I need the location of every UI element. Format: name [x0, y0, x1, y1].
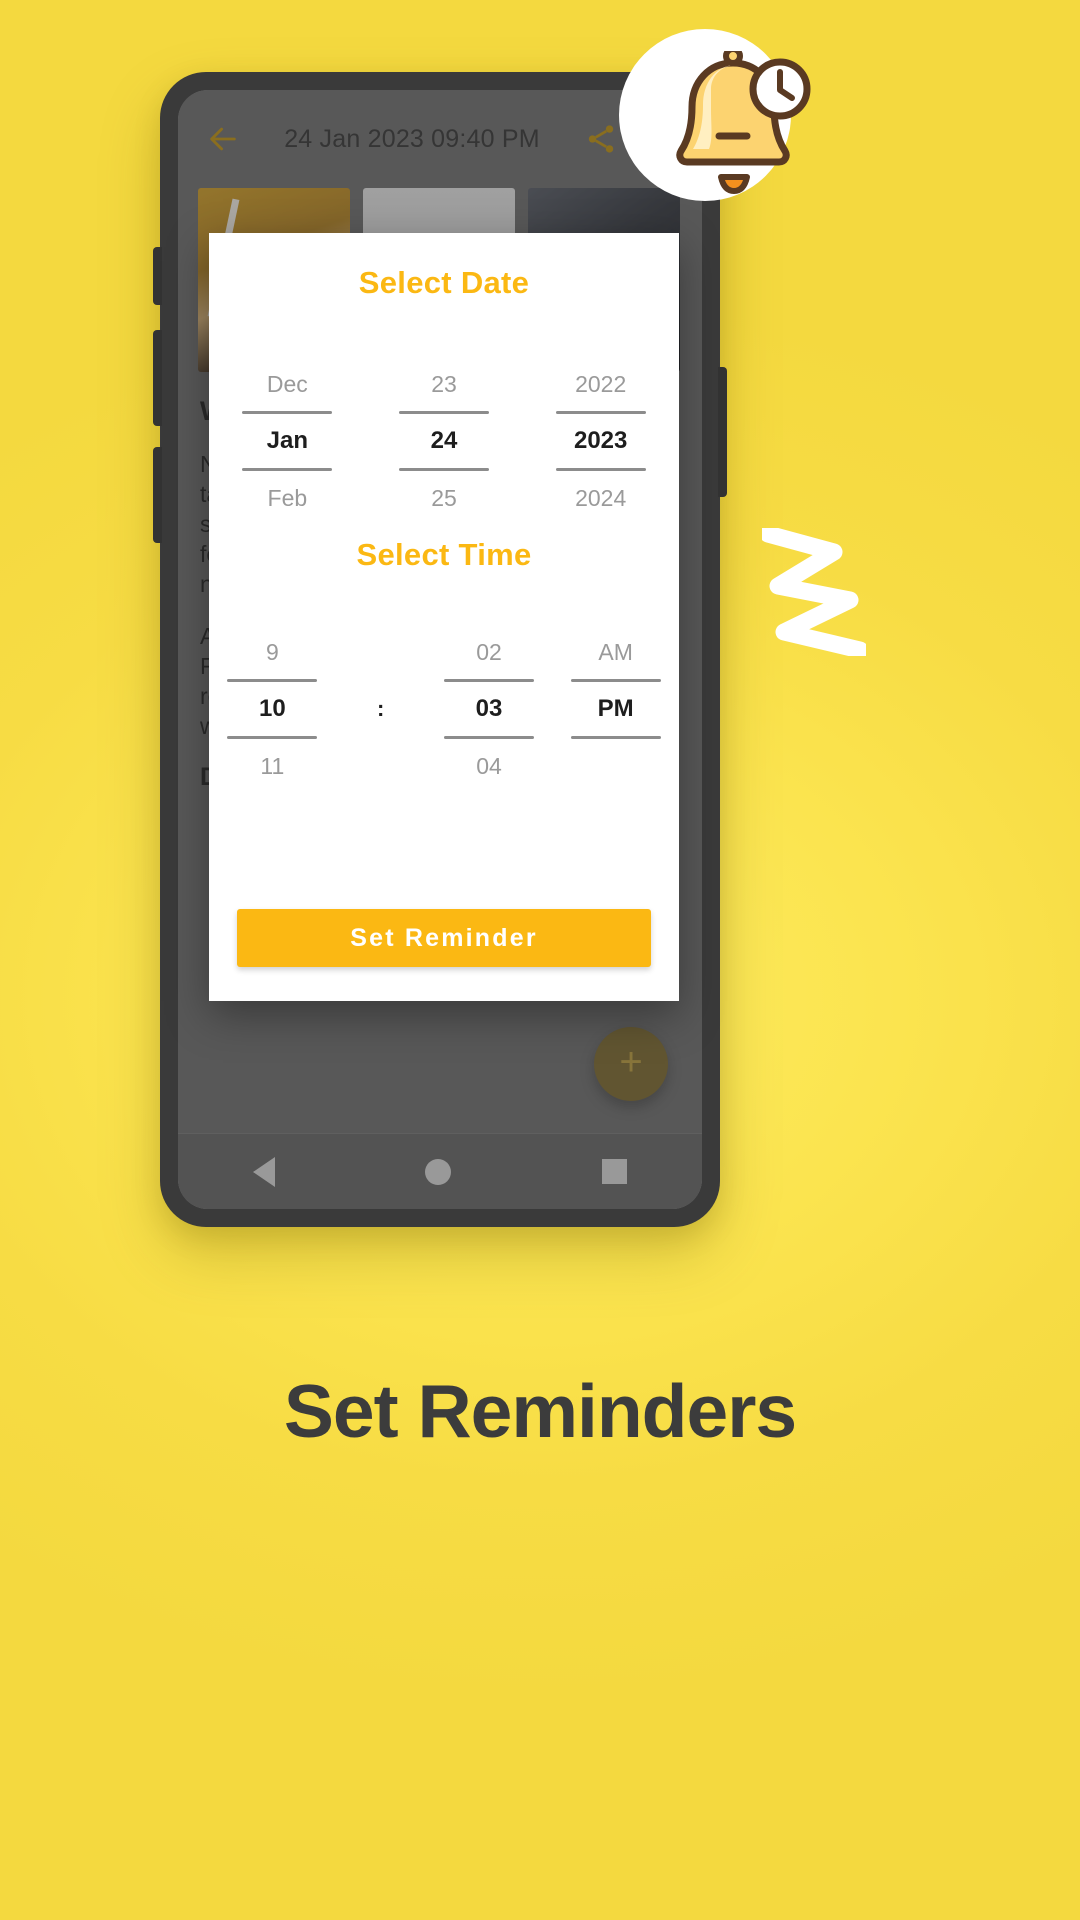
bell-badge	[619, 29, 811, 201]
meridiem-prev-value[interactable]: AM	[598, 625, 633, 679]
minute-column[interactable]: 02 03 04	[426, 625, 553, 793]
minute-selected-value[interactable]: 03	[476, 682, 503, 736]
reminder-dialog: Select Date Dec Jan Feb 23 24 25 2022 20…	[209, 233, 679, 1001]
set-reminder-button[interactable]: Set Reminder	[237, 909, 651, 967]
meridiem-selected-value[interactable]: PM	[598, 682, 634, 736]
hour-selected-value[interactable]: 10	[259, 682, 286, 736]
month-prev-value[interactable]: Dec	[267, 357, 308, 411]
hour-prev-value[interactable]: 9	[266, 625, 279, 679]
hour-column[interactable]: 9 10 11	[209, 625, 336, 793]
dialog-actions: Set Reminder	[209, 909, 679, 1001]
zigzag-shape	[762, 528, 866, 656]
phone-side-button-mute	[153, 247, 162, 305]
divider	[570, 736, 661, 739]
minute-prev-value[interactable]: 02	[476, 625, 502, 679]
year-selected-value[interactable]: 2023	[574, 414, 627, 468]
page-headline: Set Reminders	[283, 1369, 797, 1453]
phone-side-button-volume-up	[153, 330, 162, 426]
year-column[interactable]: 2022 2023 2024	[522, 357, 679, 525]
minute-next-value[interactable]: 04	[476, 739, 502, 793]
select-time-title: Select Time	[356, 537, 532, 572]
promo-screenshot: 24 Jan 2023 09:40 PM CKLIST s n A + Sele…	[0, 0, 1080, 1920]
day-prev-value[interactable]: 23	[431, 357, 457, 411]
time-picker[interactable]: 9 10 11 : 02 03 04 AM PM	[209, 625, 679, 793]
phone-side-button-power	[718, 367, 727, 497]
time-separator-column: :	[336, 625, 426, 793]
year-next-value[interactable]: 2024	[575, 471, 626, 525]
day-column[interactable]: 23 24 25	[366, 357, 523, 525]
bell-clock-icon	[676, 51, 811, 194]
select-date-title: Select Date	[358, 265, 530, 300]
month-column[interactable]: Dec Jan Feb	[209, 357, 366, 525]
day-selected-value[interactable]: 24	[431, 414, 458, 468]
year-prev-value[interactable]: 2022	[575, 357, 626, 411]
month-next-value[interactable]: Feb	[268, 471, 308, 525]
hour-next-value[interactable]: 11	[260, 739, 284, 793]
day-next-value[interactable]: 25	[431, 471, 457, 525]
date-picker[interactable]: Dec Jan Feb 23 24 25 2022 2023 2024	[209, 357, 679, 525]
month-selected-value[interactable]: Jan	[267, 414, 308, 468]
meridiem-column[interactable]: AM PM	[552, 625, 679, 793]
time-separator: :	[377, 696, 385, 721]
phone-side-button-volume-down	[153, 447, 162, 543]
